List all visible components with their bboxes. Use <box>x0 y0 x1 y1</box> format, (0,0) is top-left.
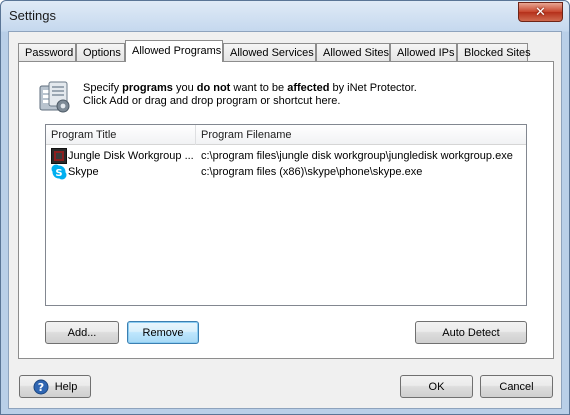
tab-blocked-sites[interactable]: Blocked Sites <box>457 43 531 62</box>
list-item[interactable]: Jungle Disk Workgroup ... c:\program fil… <box>46 148 526 164</box>
auto-detect-button[interactable]: Auto Detect <box>415 321 527 344</box>
allowed-programs-list[interactable]: Program Title Program Filename Jungle Di… <box>45 124 527 306</box>
add-program-button[interactable]: Add... <box>45 321 119 344</box>
tab-options[interactable]: Options <box>76 43 125 62</box>
instructions-text: want to be <box>230 82 288 94</box>
tab-allowed-ips[interactable]: Allowed IPs <box>390 43 457 62</box>
close-button[interactable]: ✕ <box>518 2 563 22</box>
tab-allowed-sites[interactable]: Allowed Sites <box>316 43 390 62</box>
title-bar[interactable]: Settings ✕ <box>1 1 569 31</box>
instructions-line-2: Click Add or drag and drop program or sh… <box>83 95 341 107</box>
program-filename-cell: c:\program files\jungle disk workgroup\j… <box>201 150 513 162</box>
list-header: Program Title Program Filename <box>46 125 526 145</box>
help-icon: ? <box>33 379 49 394</box>
tab-allowed-services[interactable]: Allowed Services <box>223 43 316 62</box>
ok-button[interactable]: OK <box>400 375 473 398</box>
remove-program-button[interactable]: Remove <box>127 321 199 344</box>
instructions-bold-affected: affected <box>287 82 330 94</box>
svg-text:?: ? <box>37 381 43 394</box>
instructions-text: Specify <box>83 82 123 94</box>
help-button-label: Help <box>54 380 78 393</box>
help-button[interactable]: ? Help <box>19 375 91 398</box>
column-header-program-filename[interactable]: Program Filename <box>196 125 528 145</box>
tab-allowed-programs[interactable]: Allowed Programs <box>125 40 223 62</box>
programs-settings-icon <box>39 81 70 113</box>
cancel-button[interactable]: Cancel <box>480 375 553 398</box>
list-item[interactable]: S Skype c:\program files (x86)\skype\pho… <box>46 164 526 180</box>
svg-text:S: S <box>55 168 62 179</box>
skype-icon: S <box>51 164 67 180</box>
jungle-disk-icon <box>51 148 67 164</box>
instructions-text: by iNet Protector. <box>329 82 417 94</box>
close-icon: ✕ <box>535 4 546 20</box>
window-title: Settings <box>9 8 56 23</box>
allowed-programs-panel: Specify programs you do not want to be a… <box>18 61 554 359</box>
tab-password[interactable]: Password <box>18 43 76 62</box>
program-title-cell: Jungle Disk Workgroup ... <box>68 150 194 162</box>
column-header-program-title[interactable]: Program Title <box>46 125 196 145</box>
instructions-line-1: Specify programs you do not want to be a… <box>83 82 417 94</box>
instructions-bold-programs: programs <box>122 82 173 94</box>
program-filename-cell: c:\program files (x86)\skype\phone\skype… <box>201 166 423 178</box>
instructions-text: you <box>172 82 197 94</box>
instructions-bold-do-not: do not <box>196 82 231 94</box>
settings-window: Settings ✕ Password Options Allowed Prog… <box>0 0 570 415</box>
program-title-cell: Skype <box>68 166 99 178</box>
dialog-client-area: Password Options Allowed Programs Allowe… <box>8 31 562 409</box>
